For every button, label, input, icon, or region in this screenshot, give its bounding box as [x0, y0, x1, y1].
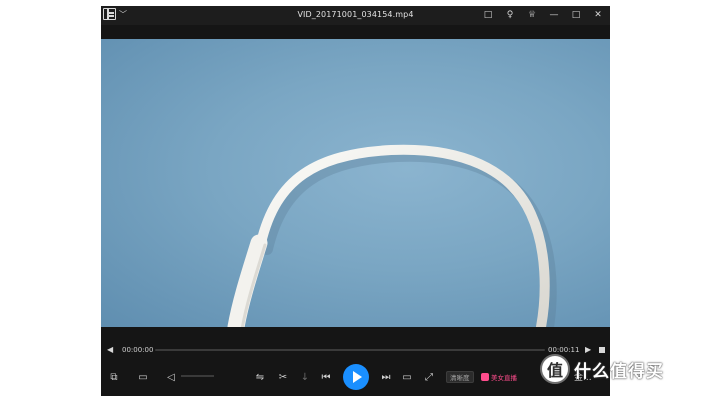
control-bar: ⧉ ▭ ◁ ⇋ ✂ ↓ ⏮ ⏭ ▭ ⤢ 清晰度 美女直播 金... — [101, 358, 610, 396]
step-forward-icon[interactable]: ▶ — [585, 345, 591, 354]
current-time: 00:00:00 — [122, 346, 154, 354]
settings-sliders-icon[interactable]: ⇋ — [253, 370, 267, 384]
video-content — [227, 144, 557, 327]
video-player-window: ﹀ VID_20171001_034154.mp4 □ ♀ ♕ — □ ✕ ◀ … — [101, 6, 610, 396]
live-stream-button[interactable]: 美女直播 — [481, 371, 517, 383]
maximize-icon[interactable]: □ — [570, 9, 582, 21]
progress-track[interactable] — [155, 349, 545, 351]
volume-slider[interactable] — [181, 375, 214, 377]
player-logo-icon — [103, 8, 116, 20]
quality-button[interactable]: 清晰度 — [446, 371, 474, 383]
watermark-badge: 值 — [540, 354, 570, 384]
skin-icon[interactable]: ♕ — [526, 9, 538, 21]
close-icon[interactable]: ✕ — [592, 9, 604, 21]
live-label: 美女直播 — [491, 374, 517, 382]
play-icon — [353, 371, 362, 383]
fullscreen-icon[interactable]: ⤢ — [422, 370, 436, 384]
chevron-down-icon: ﹀ — [119, 9, 127, 19]
play-button[interactable] — [343, 364, 369, 390]
previous-track-icon[interactable]: ⏮ — [319, 370, 333, 384]
cut-icon[interactable]: ✂ — [276, 370, 290, 384]
open-folder-icon[interactable]: ▭ — [136, 370, 150, 384]
toolbox-icon[interactable]: ⧉ — [107, 370, 121, 384]
volume-icon[interactable]: ◁ — [164, 370, 178, 384]
video-frame[interactable] — [101, 39, 610, 327]
seek-bar: ◀ 00:00:00 00:00:11 ▶ — [101, 344, 610, 356]
download-icon[interactable]: ↓ — [298, 370, 312, 384]
danmaku-icon[interactable]: ▭ — [400, 370, 414, 384]
watermark-text: 什么值得买 — [574, 361, 664, 382]
stop-icon[interactable] — [599, 347, 605, 353]
total-time: 00:00:11 — [548, 346, 580, 354]
main-menu-button[interactable]: ﹀ — [103, 8, 127, 20]
live-icon — [481, 373, 489, 381]
site-watermark: 值 什么值得买 — [540, 354, 664, 384]
minimize-icon[interactable]: — — [548, 9, 560, 21]
next-track-icon[interactable]: ⏭ — [379, 370, 393, 384]
comment-icon[interactable]: □ — [482, 9, 494, 21]
step-back-icon[interactable]: ◀ — [107, 345, 113, 354]
pin-icon[interactable]: ♀ — [504, 9, 516, 21]
title-bar: ﹀ VID_20171001_034154.mp4 □ ♀ ♕ — □ ✕ — [101, 6, 610, 25]
window-controls: □ ♀ ♕ — □ ✕ — [482, 9, 604, 21]
